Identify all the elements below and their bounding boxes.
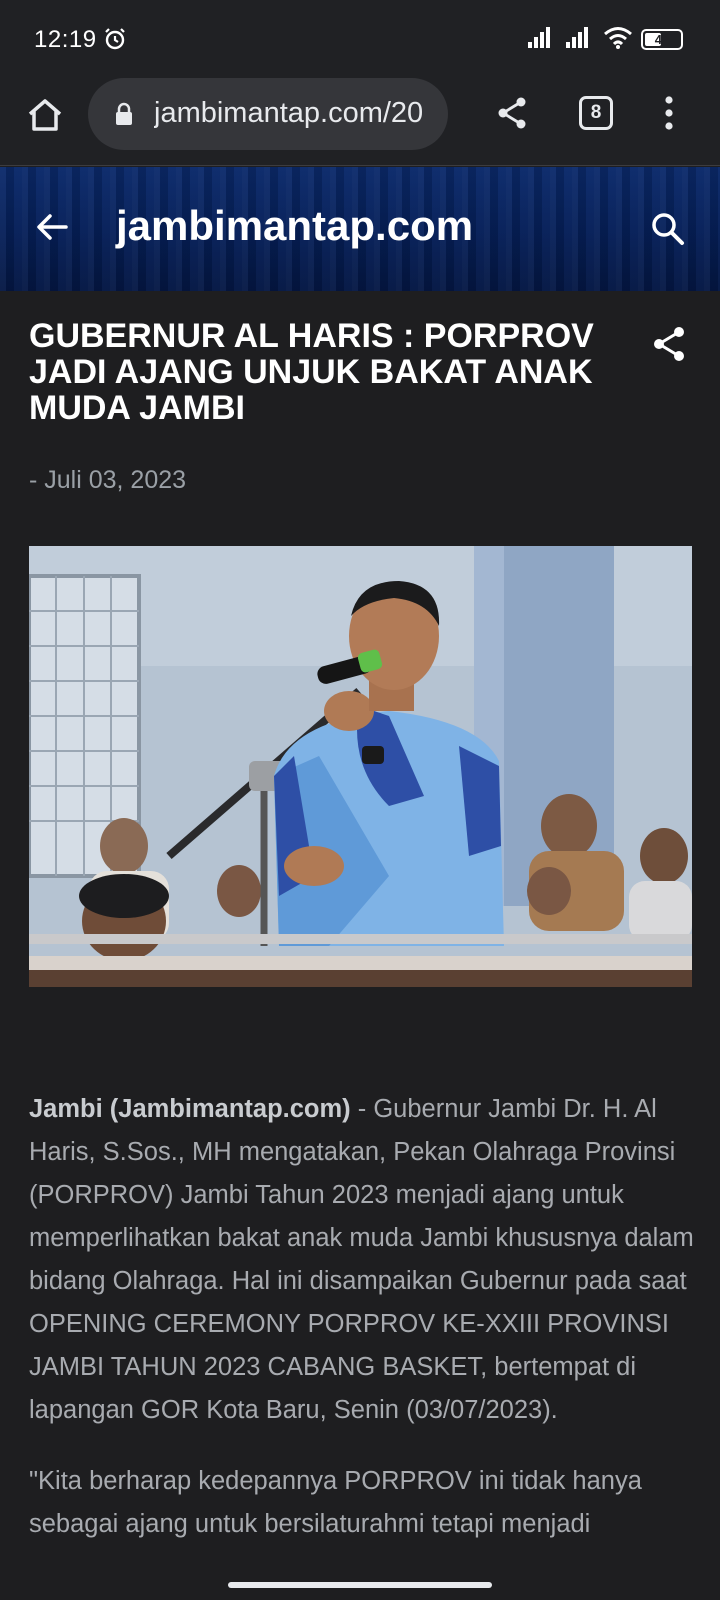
post-date: - Juli 03, 2023	[29, 466, 187, 494]
tabs-button[interactable]: 8	[579, 96, 613, 130]
blog-header: jambimantap.com	[0, 167, 720, 291]
battery-icon: 42	[641, 29, 683, 50]
lead-location: Jambi (Jambimantap.com)	[29, 1095, 351, 1123]
post-image[interactable]	[29, 546, 692, 987]
signal-icon	[566, 27, 588, 48]
paragraph-2: "Kita berharap kedepannya PORPROV ini ti…	[29, 1467, 642, 1538]
home-icon[interactable]	[24, 94, 66, 136]
speaker-photo	[29, 546, 692, 987]
paragraph-1: Jambi (Jambimantap.com) - Gubernur Jambi…	[29, 1088, 695, 1432]
paragraph-1-text: - Gubernur Jambi Dr. H. Al Haris, S.Sos.…	[29, 1095, 694, 1424]
more-vert-icon[interactable]	[660, 94, 678, 132]
browser-toolbar: jambimantap.com/20 8	[0, 78, 720, 166]
post-body: Jambi (Jambimantap.com) - Gubernur Jambi…	[29, 1088, 695, 1574]
post-title: GUBERNUR AL HARIS : PORPROV JADI AJANG U…	[29, 317, 594, 427]
status-time: 12:19	[34, 26, 97, 53]
post-share-icon[interactable]	[650, 325, 688, 363]
battery-percent: 42	[654, 32, 670, 47]
wifi-icon	[604, 27, 632, 49]
signal-icon	[528, 27, 550, 48]
share-icon[interactable]	[494, 95, 530, 131]
gesture-nav-bar	[0, 1574, 720, 1600]
alarm-icon	[105, 28, 125, 50]
search-icon[interactable]	[650, 211, 686, 247]
status-bar: 12:19 42	[0, 0, 720, 78]
lock-icon	[116, 102, 132, 125]
back-arrow-icon[interactable]	[34, 209, 70, 245]
site-title[interactable]: jambimantap.com	[116, 202, 473, 250]
url-text: jambimantap.com/20	[154, 97, 424, 129]
address-bar[interactable]: jambimantap.com/20	[88, 78, 448, 150]
home-gesture-pill[interactable]	[228, 1582, 492, 1588]
